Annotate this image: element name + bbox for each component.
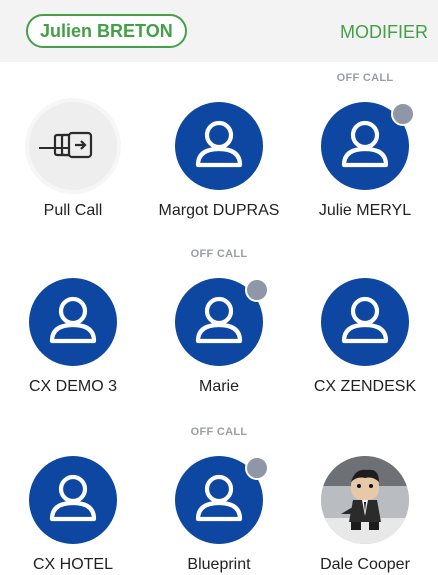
contact-name: Blueprint bbox=[187, 556, 251, 573]
pull-call-button[interactable] bbox=[29, 102, 117, 190]
contact-name: Pull Call bbox=[43, 202, 103, 219]
status-dot bbox=[245, 278, 269, 302]
contact-name: CX HOTEL bbox=[32, 556, 113, 573]
person-icon bbox=[49, 474, 97, 522]
contact-avatar[interactable] bbox=[29, 456, 117, 544]
contact-avatar[interactable] bbox=[29, 278, 117, 366]
person-icon bbox=[341, 296, 389, 344]
off-call-label: OFF CALL bbox=[190, 248, 248, 260]
contact-name: Margot DUPRAS bbox=[158, 202, 280, 219]
contacts-grid: Pull Call Margot DUPRAS OFF CALL Julie M… bbox=[0, 62, 438, 574]
current-user-pill[interactable]: Julien BRETON bbox=[26, 14, 187, 48]
contact-avatar[interactable] bbox=[321, 278, 409, 366]
contact-name: Julie MERYL bbox=[318, 202, 412, 219]
person-icon bbox=[49, 296, 97, 344]
contact-name: Dale Cooper bbox=[320, 556, 410, 573]
modify-button[interactable]: MODIFIER bbox=[340, 18, 428, 46]
photo-avatar[interactable] bbox=[321, 456, 409, 544]
status-dot bbox=[245, 456, 269, 480]
contact-avatar[interactable] bbox=[175, 102, 263, 190]
off-call-label: OFF CALL bbox=[190, 426, 248, 438]
contact-name: CX DEMO 3 bbox=[28, 378, 117, 395]
figurine-photo bbox=[321, 456, 409, 544]
contact-name: CX ZENDESK bbox=[313, 378, 417, 395]
pull-call-icon bbox=[39, 131, 93, 159]
status-dot bbox=[391, 102, 415, 126]
off-call-label: OFF CALL bbox=[336, 72, 394, 84]
header-bar: Julien BRETON MODIFIER bbox=[0, 0, 438, 62]
person-icon bbox=[195, 120, 243, 168]
contact-name: Marie bbox=[198, 378, 239, 395]
